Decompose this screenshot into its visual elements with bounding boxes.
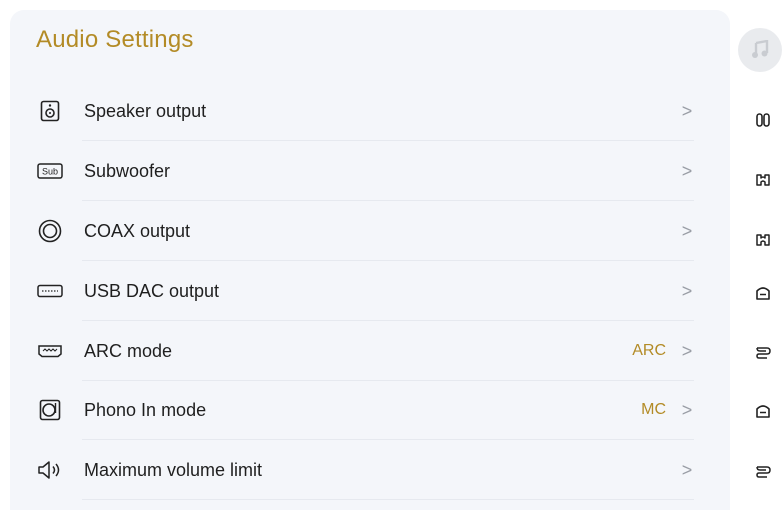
chevron-right-icon: > xyxy=(681,220,693,241)
music-note-icon[interactable] xyxy=(738,28,782,72)
chevron-right-icon: > xyxy=(681,280,693,301)
usb-dac-icon xyxy=(36,277,64,305)
chevron-right-icon: > xyxy=(681,399,693,420)
setting-label: USB DAC output xyxy=(84,280,220,301)
phono-icon xyxy=(36,396,64,424)
headphone-icon[interactable] xyxy=(752,229,774,251)
setting-label: Maximum volume limit xyxy=(84,459,263,480)
setting-row-subwoofer[interactable]: Sub Subwoofer > xyxy=(36,141,694,201)
loop-icon[interactable] xyxy=(752,341,774,363)
home-icon[interactable] xyxy=(752,400,774,422)
setting-row-maximum-volume-limit[interactable]: Maximum volume limit > xyxy=(36,440,694,500)
setting-value: MC xyxy=(641,401,666,418)
setting-label: Speaker output xyxy=(84,100,207,121)
arc-icon xyxy=(36,337,64,365)
setting-label: COAX output xyxy=(84,220,191,241)
setting-row-usb-dac-output[interactable]: USB DAC output > xyxy=(36,261,694,321)
pause-icon[interactable] xyxy=(752,109,774,131)
chevron-right-icon: > xyxy=(681,340,693,361)
chevron-right-icon: > xyxy=(681,459,693,480)
chevron-right-icon: > xyxy=(681,100,693,121)
setting-row-speaker-output[interactable]: Speaker output > xyxy=(36,81,694,141)
setting-row-phono-in-mode[interactable]: Phono In mode MC > xyxy=(36,380,694,440)
svg-text:Sub: Sub xyxy=(42,167,58,177)
coax-icon xyxy=(36,217,64,245)
setting-label: ARC mode xyxy=(84,340,173,361)
setting-row-arc-mode[interactable]: ARC mode ARC > xyxy=(36,321,694,381)
setting-label: Subwoofer xyxy=(84,160,171,181)
sub-icon: Sub xyxy=(36,157,64,185)
volume-icon xyxy=(36,456,64,484)
home-icon[interactable] xyxy=(752,282,774,304)
page-title: Audio Settings xyxy=(36,26,194,53)
headphone-icon[interactable] xyxy=(752,169,774,191)
setting-row-coax-output[interactable]: COAX output > xyxy=(36,201,694,261)
setting-label: Phono In mode xyxy=(84,399,207,420)
speaker-icon xyxy=(36,97,64,125)
loop-icon[interactable] xyxy=(752,460,774,482)
chevron-right-icon: > xyxy=(681,160,693,181)
setting-value: ARC xyxy=(632,342,666,359)
